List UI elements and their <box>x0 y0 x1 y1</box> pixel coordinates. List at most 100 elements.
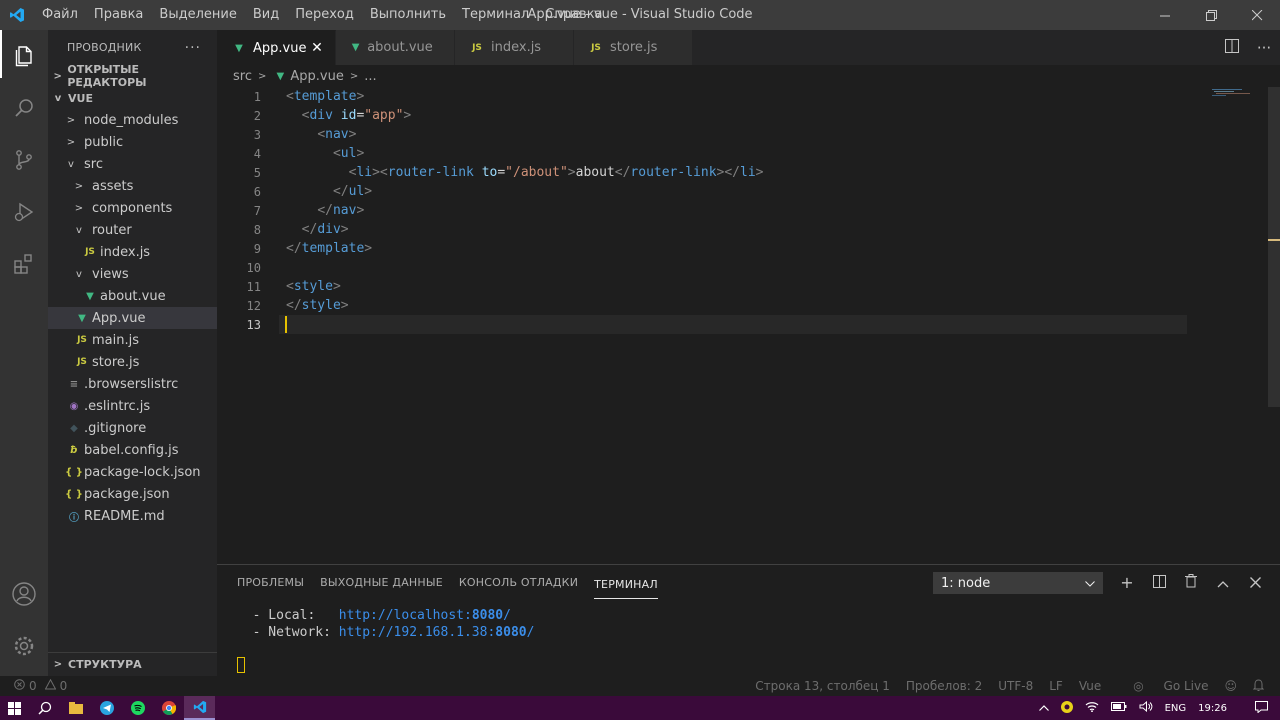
input-language[interactable]: ENG <box>1165 703 1187 714</box>
language-mode[interactable]: Vue <box>1079 679 1101 693</box>
tab-store-js[interactable]: JS store.js <box>574 30 693 65</box>
spotify-icon[interactable] <box>122 696 153 720</box>
source-control-icon[interactable] <box>0 134 48 186</box>
tab-app-vue[interactable]: ▼ App.vue ✕ <box>217 30 336 65</box>
tree-item[interactable]: > components <box>48 197 217 219</box>
tree-item[interactable]: ⓘ README.md <box>48 505 217 527</box>
code-line[interactable]: 4 <ul> <box>217 144 1217 163</box>
maximize-panel-icon[interactable] <box>1207 573 1239 592</box>
open-editors-section[interactable]: > ОТКРЫТЫЕ РЕДАКТОРЫ <box>48 63 217 89</box>
encoding[interactable]: UTF-8 <box>998 679 1033 693</box>
code-line[interactable]: 9 </template> <box>217 239 1217 258</box>
outline-header[interactable]: > СТРУКТУРА <box>48 653 217 675</box>
code-line[interactable]: 7 </nav> <box>217 201 1217 220</box>
code-line[interactable]: 3 <nav> <box>217 125 1217 144</box>
tree-item[interactable]: > node_modules <box>48 109 217 131</box>
search-icon[interactable] <box>29 696 60 720</box>
windows-start-icon[interactable] <box>0 696 29 720</box>
tree-item[interactable]: > assets <box>48 175 217 197</box>
split-terminal-icon[interactable] <box>1143 573 1175 592</box>
outline-section[interactable]: > СТРУКТУРА <box>48 652 217 676</box>
editor-scrollbar[interactable] <box>1268 87 1280 407</box>
tray-app-icon[interactable] <box>1060 700 1073 716</box>
tree-item[interactable]: { } package.json <box>48 483 217 505</box>
go-live-button[interactable]: ◎ Go Live <box>1117 679 1208 693</box>
cursor-position[interactable]: Строка 13, столбец 1 <box>755 679 890 693</box>
minimap[interactable] <box>1210 87 1268 564</box>
wifi-icon[interactable] <box>1085 701 1099 715</box>
code-editor[interactable]: 1 <template> 2 <div id="app"> 3 <nav> 4 <ul>… <box>217 87 1280 564</box>
tab-problems[interactable]: ПРОБЛЕМЫ <box>237 565 304 600</box>
tree-item[interactable]: v views <box>48 263 217 285</box>
tab-index-js[interactable]: JS index.js <box>455 30 574 65</box>
tree-item[interactable]: ƀ babel.config.js <box>48 439 217 461</box>
code-line[interactable]: 5 <li><router-link to="/about">about</ro… <box>217 163 1217 182</box>
new-terminal-icon[interactable]: + <box>1111 573 1143 592</box>
tree-item[interactable]: { } package-lock.json <box>48 461 217 483</box>
status-problems[interactable]: 0 0 <box>14 678 67 693</box>
restore-button[interactable] <box>1188 0 1234 30</box>
terminal-output[interactable]: - Local: http://localhost:8080/ - Networ… <box>237 607 535 641</box>
tree-item[interactable]: JS main.js <box>48 329 217 351</box>
volume-icon[interactable] <box>1139 700 1153 715</box>
project-section[interactable]: v VUE <box>48 87 217 109</box>
run-debug-icon[interactable] <box>0 186 48 238</box>
tree-item[interactable]: ▼ App.vue <box>48 307 217 329</box>
explorer-icon[interactable] <box>0 30 48 82</box>
breadcrumb-file[interactable]: App.vue <box>290 69 343 84</box>
menu-go[interactable]: Переход <box>287 0 362 30</box>
search-icon[interactable] <box>0 82 48 134</box>
code-line[interactable]: 2 <div id="app"> <box>217 106 1217 125</box>
code-line[interactable]: 8 </div> <box>217 220 1217 239</box>
tree-item[interactable]: v router <box>48 219 217 241</box>
tree-item[interactable]: v src <box>48 153 217 175</box>
file-explorer-icon[interactable] <box>60 696 91 720</box>
menu-edit[interactable]: Правка <box>86 0 151 30</box>
vscode-taskbar-icon[interactable] <box>184 696 215 720</box>
tab-debug-console[interactable]: КОНСОЛЬ ОТЛАДКИ <box>459 565 578 600</box>
chevron-up-icon[interactable] <box>1038 703 1049 714</box>
more-actions-icon[interactable]: ··· <box>1248 39 1280 57</box>
terminal-select[interactable]: 1: node <box>933 572 1103 594</box>
close-window-button[interactable] <box>1234 0 1280 30</box>
tree-item[interactable]: JS store.js <box>48 351 217 373</box>
menu-view[interactable]: Вид <box>245 0 287 30</box>
close-panel-icon[interactable] <box>1239 573 1271 592</box>
more-actions-icon[interactable]: ··· <box>185 40 201 56</box>
end-of-line[interactable]: LF <box>1049 679 1063 693</box>
code-line[interactable]: 6 </ul> <box>217 182 1217 201</box>
gear-icon[interactable] <box>0 620 48 672</box>
split-editor-icon[interactable] <box>1216 38 1248 57</box>
menu-selection[interactable]: Выделение <box>151 0 244 30</box>
tree-item[interactable]: ▼ about.vue <box>48 285 217 307</box>
close-icon[interactable]: ✕ <box>309 40 325 56</box>
code-line[interactable]: 1 <template> <box>217 87 1217 106</box>
chrome-icon[interactable] <box>153 696 184 720</box>
indentation[interactable]: Пробелов: 2 <box>906 679 982 693</box>
bell-icon[interactable] <box>1252 678 1265 694</box>
code-line[interactable]: 11 <style> <box>217 277 1217 296</box>
breadcrumb-folder[interactable]: src <box>233 69 252 84</box>
trash-icon[interactable] <box>1175 573 1207 592</box>
tree-item[interactable]: > public <box>48 131 217 153</box>
breadcrumb-more[interactable]: ... <box>364 69 376 84</box>
clock[interactable]: 19:26 <box>1198 703 1227 714</box>
code-line[interactable]: 10 <box>217 258 1217 277</box>
tree-item[interactable]: ◉ .eslintrc.js <box>48 395 217 417</box>
feedback-icon[interactable]: ☺ <box>1224 679 1237 693</box>
tree-item[interactable]: JS index.js <box>48 241 217 263</box>
tab-terminal[interactable]: ТЕРМИНАЛ <box>594 567 658 599</box>
code-line[interactable]: 13 <box>217 315 1217 334</box>
tab-about-vue[interactable]: ▼ about.vue <box>336 30 455 65</box>
extensions-icon[interactable] <box>0 238 48 290</box>
menu-help[interactable]: Справка <box>537 0 610 30</box>
telegram-icon[interactable] <box>91 696 122 720</box>
menu-terminal[interactable]: Терминал <box>454 0 537 30</box>
tree-item[interactable]: ≡ .browserslistrc <box>48 373 217 395</box>
accounts-icon[interactable] <box>0 568 48 620</box>
tree-item[interactable]: ◆ .gitignore <box>48 417 217 439</box>
menu-file[interactable]: Файл <box>34 0 86 30</box>
minimize-button[interactable] <box>1142 0 1188 30</box>
notifications-icon[interactable] <box>1255 700 1268 716</box>
code-line[interactable]: 12 </style> <box>217 296 1217 315</box>
